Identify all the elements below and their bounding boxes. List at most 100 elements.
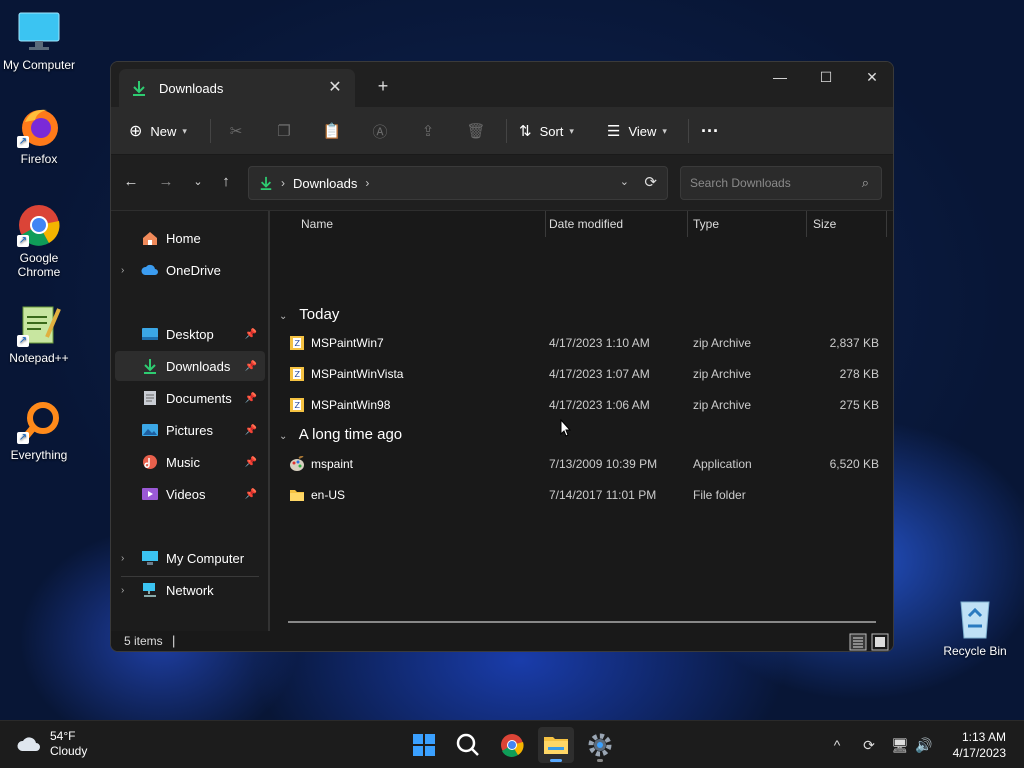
pin-icon[interactable]: 📌 (245, 361, 257, 372)
sidebar-item-music[interactable]: Music 📌 (115, 447, 265, 477)
more-options-button[interactable]: ··· (701, 116, 719, 146)
address-bar[interactable]: › Downloads › ⌄ ⟳ (248, 166, 668, 200)
desktop-icon-google-chrome[interactable]: ↗ Google Chrome (0, 203, 78, 279)
desktop-icon-label: Firefox (20, 152, 58, 166)
taskbar-chrome-button[interactable] (494, 727, 530, 763)
sidebar-item-videos[interactable]: Videos 📌 (115, 479, 265, 509)
copy-button[interactable]: ❐ (269, 116, 299, 146)
search-box[interactable]: ⌕ (680, 166, 882, 200)
forward-arrow-icon[interactable]: → (153, 169, 179, 195)
desktop-icon-firefox[interactable]: ↗ Firefox (0, 104, 78, 166)
volume-icon[interactable]: 🔊 (914, 735, 934, 755)
shortcut-arrow-icon: ↗ (17, 136, 29, 148)
breadcrumb-downloads[interactable]: Downloads (293, 176, 357, 191)
chevron-right-icon[interactable]: › (121, 265, 135, 276)
chevron-down-icon: ⌄ (279, 431, 288, 442)
new-tab-button[interactable]: + (371, 74, 395, 98)
maximize-button[interactable]: ☐ (803, 62, 849, 92)
group-header-a-long-time-ago[interactable]: ⌄ A long time ago (279, 424, 402, 446)
navigation-bar: ← → ⌄ ↑ › Downloads › ⌄ ⟳ ⌕ (111, 155, 893, 211)
table-row[interactable]: en-US 7/14/2017 11:01 PM File folder (281, 480, 881, 510)
sidebar-item-network[interactable]: › Network (115, 575, 265, 605)
breadcrumb-chevron-icon: › (281, 176, 285, 190)
start-button[interactable] (406, 727, 442, 763)
column-header-size[interactable]: Size (805, 211, 885, 237)
column-header-name[interactable]: Name (293, 211, 545, 237)
network-status-icon[interactable]: 🖥 (890, 735, 910, 755)
pin-icon[interactable]: 📌 (245, 393, 257, 404)
view-button-label: View (628, 123, 657, 139)
trash-icon: 🗑 (466, 123, 486, 140)
column-header-date-modified[interactable]: Date modified (541, 211, 687, 237)
sidebar-item-documents[interactable]: Documents 📌 (115, 383, 265, 413)
group-header-today[interactable]: ⌄ Today (279, 304, 339, 326)
back-arrow-icon[interactable]: ← (118, 169, 144, 195)
monitor-icon (142, 551, 158, 565)
sidebar-item-onedrive[interactable]: › OneDrive (115, 255, 265, 285)
search-icon: ⌕ (861, 175, 869, 190)
refresh-icon[interactable]: ⟳ (644, 173, 657, 191)
sidebar-item-home[interactable]: Home (115, 223, 265, 253)
table-row[interactable]: Z MSPaintWin98 4/17/2023 1:06 AM zip Arc… (281, 390, 881, 420)
file-type: Application (693, 457, 752, 471)
sort-button[interactable]: ⇅ Sort ▾ (519, 116, 574, 146)
table-row[interactable]: Z MSPaintWin7 4/17/2023 1:10 AM zip Arch… (281, 328, 881, 358)
up-arrow-icon[interactable]: ↑ (213, 169, 239, 195)
paste-button[interactable]: 📋 (317, 116, 347, 146)
column-divider[interactable] (886, 211, 887, 237)
chevron-down-icon: ▾ (182, 125, 187, 136)
pin-icon[interactable]: 📌 (245, 457, 257, 468)
pin-icon[interactable]: 📌 (245, 329, 257, 340)
delete-button[interactable]: 🗑 (461, 116, 491, 146)
file-type: zip Archive (693, 367, 752, 381)
close-button[interactable]: ✕ (849, 62, 893, 92)
chevron-right-icon[interactable]: › (121, 585, 135, 596)
desktop-icon-everything[interactable]: ↗ Everything (0, 400, 78, 462)
pin-icon[interactable]: 📌 (245, 489, 257, 500)
sidebar-item-pictures[interactable]: Pictures 📌 (115, 415, 265, 445)
new-button[interactable]: ⊕ New ▾ (129, 116, 187, 146)
sidebar-item-desktop[interactable]: Desktop 📌 (115, 319, 265, 349)
tab-downloads[interactable]: Downloads ✕ (119, 69, 355, 107)
desktop-icon-notepad-plus-plus[interactable]: ↗ Notepad++ (0, 303, 78, 365)
taskbar-settings-button[interactable] (582, 727, 618, 763)
share-button[interactable]: ⇪ (413, 116, 443, 146)
weather-widget[interactable]: 54°F Cloudy (16, 729, 87, 759)
taskbar-search-button[interactable] (450, 727, 486, 763)
tiles-view-icon[interactable] (871, 633, 889, 651)
navigation-pane: Home › OneDrive Desktop 📌 Downloads 📌 Do… (111, 211, 269, 631)
details-view-icon[interactable] (849, 633, 867, 651)
minimize-button[interactable]: — (757, 62, 803, 92)
cut-button[interactable]: ✂ (221, 116, 251, 146)
sync-icon[interactable]: ⟳ (859, 735, 879, 755)
view-button[interactable]: ☰ View ▾ (607, 116, 667, 146)
sidebar-item-label: Documents (166, 390, 232, 406)
desktop-icon-recycle-bin[interactable]: Recycle Bin (936, 596, 1014, 658)
horizontal-scrollbar[interactable] (288, 621, 876, 623)
recent-locations-chevron-icon[interactable]: ⌄ (185, 169, 211, 195)
chevron-right-icon[interactable]: › (121, 553, 135, 564)
breadcrumb-chevron-icon[interactable]: › (365, 176, 369, 190)
table-row[interactable]: Z MSPaintWinVista 4/17/2023 1:07 AM zip … (281, 359, 881, 389)
file-name: MSPaintWinVista (311, 367, 404, 381)
close-tab-icon[interactable]: ✕ (321, 76, 349, 100)
sidebar-item-my-computer[interactable]: › My Computer (115, 543, 265, 573)
table-row[interactable]: mspaint 7/13/2009 10:39 PM Application 6… (281, 449, 881, 479)
sidebar-item-downloads[interactable]: Downloads 📌 (115, 351, 265, 381)
toolbar-divider (688, 119, 689, 143)
search-icon (456, 733, 479, 756)
copy-icon: ❐ (277, 123, 291, 140)
show-hidden-icons-chevron-icon[interactable]: ^ (827, 735, 847, 755)
taskbar-file-explorer-button[interactable] (538, 727, 574, 763)
sidebar-item-label: Network (166, 582, 214, 598)
rename-button[interactable]: Ⓐ (365, 116, 395, 146)
pin-icon[interactable]: 📌 (245, 425, 257, 436)
file-type: zip Archive (693, 398, 752, 412)
system-clock[interactable]: 1:13 AM 4/17/2023 (953, 729, 1006, 761)
column-header-type[interactable]: Type (685, 211, 805, 237)
address-history-chevron-icon[interactable]: ⌄ (620, 175, 629, 188)
desktop-icon-my-computer[interactable]: My Computer (0, 10, 78, 72)
sidebar-splitter[interactable] (268, 211, 270, 631)
search-input[interactable] (690, 176, 850, 190)
folder-icon (544, 737, 568, 754)
